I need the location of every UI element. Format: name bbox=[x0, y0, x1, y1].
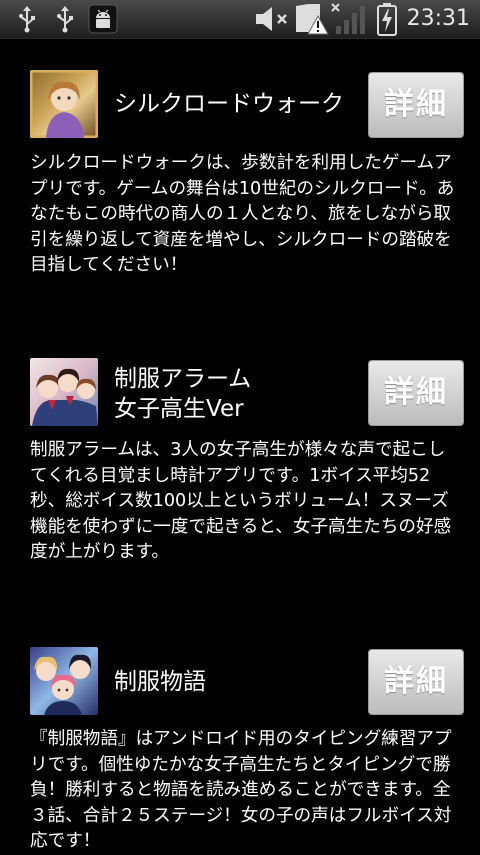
app-description: 制服アラームは、3人の女子高生が様々な声で起こしてくれる目覚まし時計アプリです。… bbox=[30, 440, 452, 562]
clock: 23:31 bbox=[406, 6, 470, 31]
status-bar: 23:31 bbox=[0, 0, 480, 39]
app-title: 制服物語 bbox=[114, 669, 206, 695]
app-title: シルクロードウォーク bbox=[114, 91, 344, 117]
usb-icon bbox=[56, 0, 74, 38]
app-thumbnail-icon[interactable] bbox=[30, 70, 98, 138]
signal-icon bbox=[330, 0, 370, 38]
app-thumbnail-icon[interactable] bbox=[30, 647, 98, 715]
app-title: 制服アラーム 女子高生Ver bbox=[114, 366, 252, 422]
usb-icon bbox=[18, 0, 36, 38]
detail-button[interactable]: 詳細 bbox=[368, 72, 464, 138]
detail-button[interactable]: 詳細 bbox=[368, 649, 464, 715]
android-debug-icon bbox=[88, 0, 118, 38]
battery-charging-icon bbox=[376, 0, 398, 38]
app-description: シルクロードウォークは、歩数計を利用したゲームアプリです。ゲームの舞台は10世紀… bbox=[30, 153, 455, 275]
sd-card-warning-icon bbox=[294, 0, 330, 38]
volume-muted-icon bbox=[254, 0, 294, 38]
app-description: 『制服物語』はアンドロイド用のタイピング練習アプリです。個性ゆたかな女子高生たち… bbox=[30, 729, 452, 851]
detail-button[interactable]: 詳細 bbox=[368, 360, 464, 426]
app-thumbnail-icon[interactable] bbox=[30, 358, 98, 426]
